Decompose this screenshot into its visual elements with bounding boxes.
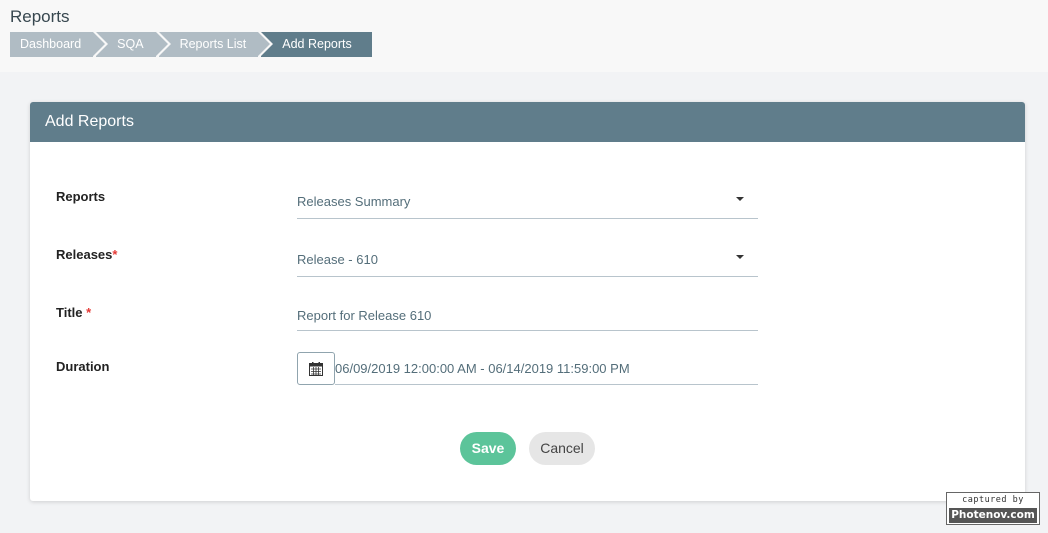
page-title: Reports	[10, 7, 70, 26]
title-input[interactable]: Report for Release 610	[297, 304, 758, 331]
duration-input[interactable]: 06/09/2019 12:00:00 AM - 06/14/2019 11:5…	[335, 352, 758, 385]
calendar-icon	[309, 362, 323, 376]
duration-label-text: Duration	[56, 359, 110, 374]
reports-select-value: Releases Summary	[297, 194, 411, 209]
watermark-logo: captured by Photenov.com	[946, 492, 1040, 525]
title-label: Title *	[56, 305, 91, 320]
breadcrumb-dashboard[interactable]: Dashboard	[10, 32, 106, 57]
breadcrumb: Dashboard SQA Reports List Add Reports	[10, 32, 375, 57]
cancel-button[interactable]: Cancel	[529, 432, 595, 465]
releases-label-text: Releases	[56, 247, 113, 262]
releases-select[interactable]: Release - 610	[297, 246, 758, 277]
chevron-down-icon	[736, 255, 744, 259]
required-marker: *	[86, 305, 92, 320]
add-reports-card: Add Reports Reports Releases Summary Rel…	[30, 102, 1025, 501]
watermark-bottom-text: Photenov.com	[949, 508, 1037, 523]
required-marker: *	[112, 247, 118, 262]
calendar-button[interactable]	[297, 352, 335, 385]
releases-select-value: Release - 610	[297, 252, 378, 267]
watermark-top-text: captured by	[962, 495, 1024, 505]
title-label-text: Title	[56, 305, 83, 320]
reports-label-text: Reports	[56, 189, 106, 204]
page-header: Reports Dashboard SQA Reports List Add R…	[0, 0, 1048, 72]
card-title: Add Reports	[30, 102, 1025, 142]
save-button[interactable]: Save	[460, 432, 516, 465]
duration-label: Duration	[56, 359, 109, 374]
breadcrumb-reports-list[interactable]: Reports List	[158, 32, 270, 57]
duration-input-value: 06/09/2019 12:00:00 AM - 06/14/2019 11:5…	[335, 361, 630, 376]
releases-label: Releases*	[56, 247, 117, 262]
reports-label: Reports	[56, 189, 105, 204]
title-input-value: Report for Release 610	[297, 308, 432, 323]
chevron-down-icon	[736, 197, 744, 201]
breadcrumb-add-reports: Add Reports	[261, 32, 372, 57]
reports-select[interactable]: Releases Summary	[297, 188, 758, 219]
